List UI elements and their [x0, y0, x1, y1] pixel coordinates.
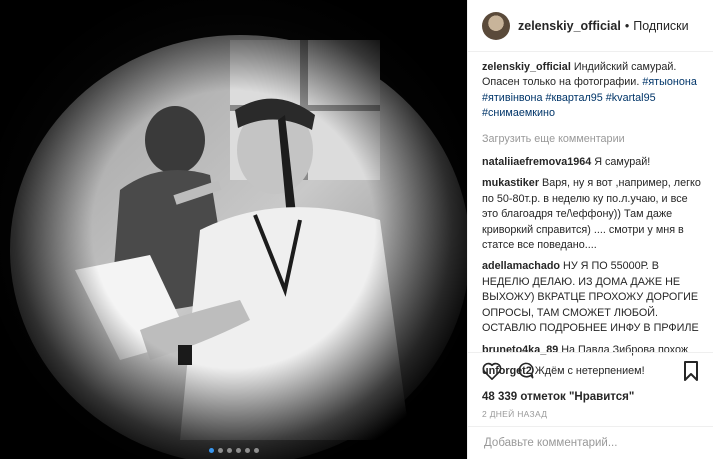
caption-username[interactable]: zelenskiy_official: [482, 61, 571, 73]
comment-username[interactable]: adellamachado: [482, 260, 560, 272]
comments-list: zelenskiy_official Индийский самурай. Оп…: [482, 60, 705, 385]
bookmark-icon[interactable]: [683, 360, 699, 386]
comment-item: mukastiker Варя, ну я вот ,например, лег…: [482, 176, 705, 253]
comment-item: adellamachado НУ Я ПО 55000Р. В НЕДЕЛЮ Д…: [482, 259, 705, 336]
post-photo[interactable]: [0, 0, 467, 459]
avatar[interactable]: [482, 11, 510, 40]
comment-icon[interactable]: [516, 361, 535, 385]
comment-text: Я самурай!: [594, 156, 651, 169]
carousel-dot[interactable]: [253, 448, 259, 453]
comment-item: nataliiaefremova1964 Я самурай!: [482, 155, 705, 170]
post-sidebar: zelenskiy_official • Подписки zelenskiy_…: [467, 0, 713, 459]
header-separator: •: [624, 18, 630, 33]
following-button[interactable]: Подписки: [633, 19, 688, 33]
likes-count[interactable]: 48 339 отметок "Нравится": [482, 391, 699, 403]
comment-username[interactable]: mukastiker: [482, 177, 539, 189]
add-comment-input[interactable]: [482, 436, 699, 450]
carousel-dot[interactable]: [217, 448, 223, 453]
comment-items: nataliiaefremova1964 Я самурай! mukastike…: [482, 155, 705, 379]
heart-icon[interactable]: [482, 362, 502, 385]
load-more-comments-button[interactable]: Загрузить еще комментарии: [482, 132, 705, 147]
post-actions: 48 339 отметок "Нравится" 2 дней назад: [468, 352, 713, 419]
post-date[interactable]: 2 дней назад: [482, 409, 699, 419]
comment-username[interactable]: nataliiaefremova1964: [482, 156, 591, 168]
carousel-dot[interactable]: [235, 448, 241, 453]
carousel-dot[interactable]: [226, 448, 232, 453]
add-comment-bar: [468, 426, 713, 459]
carousel-dot[interactable]: [244, 448, 250, 453]
photo-image: [0, 0, 467, 459]
header-username[interactable]: zelenskiy_official: [518, 19, 621, 33]
post-header: zelenskiy_official • Подписки: [468, 0, 713, 52]
carousel-dot[interactable]: [208, 448, 214, 453]
carousel-dots: [0, 448, 467, 453]
action-icons: [482, 360, 699, 386]
caption: zelenskiy_official Индийский самурай. Оп…: [482, 60, 705, 122]
